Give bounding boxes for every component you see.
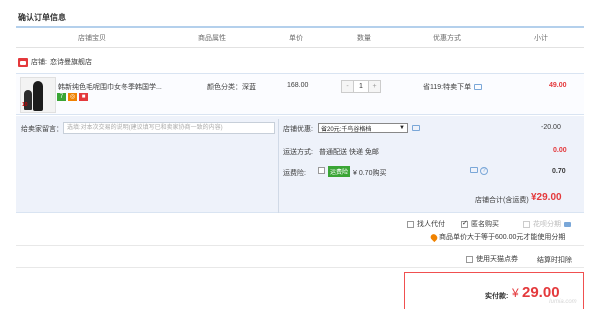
shop-discount-select[interactable]: 省20元:千鸟谷格档 ▼: [318, 123, 408, 133]
header-discount: 优惠方式: [433, 35, 461, 42]
location-pin-icon: [429, 232, 439, 242]
thumbnail-text: 10: [22, 102, 28, 108]
header-price: 单价: [289, 35, 303, 42]
title-divider: [16, 26, 584, 28]
shop-label: 店铺:: [31, 59, 47, 66]
header-divider: [16, 47, 584, 48]
seven-day-return-badge[interactable]: 7: [57, 93, 66, 101]
anonymous-checkbox[interactable]: [461, 219, 468, 228]
product-name-link[interactable]: 韩新纯色毛呢围巾女冬季韩国学...: [58, 82, 162, 92]
header-attributes: 商品属性: [198, 35, 226, 42]
huabei-tip: 商品单价大于等于600.00元才能使用分期: [429, 232, 566, 242]
card-pay-badge[interactable]: ■: [79, 93, 88, 101]
huabei-checkbox[interactable]: [523, 220, 530, 228]
header-shop-items: 店铺宝贝: [78, 35, 106, 42]
discount-info-icon[interactable]: [412, 125, 420, 131]
seller-message-input[interactable]: 选填:对本次交易的说明(建议填写已和卖家协商一致的内容): [63, 122, 275, 134]
points-divider: [16, 267, 584, 268]
guarantee-badge[interactable]: ◎: [68, 93, 77, 101]
settle-deduction-text: 结算时扣除: [537, 257, 572, 264]
currency-symbol: ¥: [512, 286, 519, 300]
huabei-tip-text: 商品单价大于等于600.00元才能使用分期: [439, 234, 566, 241]
huabei-label: 花呗分期: [533, 221, 561, 228]
item-subtotal: 49.00: [549, 82, 567, 89]
anonymous-label: 匿名购买: [471, 221, 499, 228]
promotion-text: 省119:特卖下单: [423, 84, 472, 91]
huabei-icon: [564, 221, 571, 227]
anonymous-option[interactable]: 匿名购买: [461, 219, 499, 229]
quantity-decrease-button[interactable]: -: [342, 81, 353, 92]
service-badges: 7 ◎ ■: [57, 93, 88, 101]
payment-label: 实付款:: [485, 293, 509, 300]
shop-total-label: 店铺合计(含运费): [475, 197, 529, 204]
watermark: Iumia.com: [549, 299, 577, 305]
message-label: 给卖家留言：: [21, 126, 63, 133]
shipping-cost: 0.00: [553, 147, 567, 154]
order-item-row: [16, 73, 584, 115]
shipping-method: 普通配送 快递 免邮: [319, 149, 379, 156]
tmall-points-label: 使用天猫点券: [476, 256, 518, 263]
huabei-option[interactable]: 花呗分期: [523, 219, 571, 229]
thumbnail-figure: [33, 81, 43, 111]
proxy-pay-option[interactable]: 找人代付: [407, 219, 445, 229]
tmall-points-option[interactable]: 使用天猫点券: [466, 254, 518, 264]
product-thumbnail[interactable]: 10: [20, 77, 56, 113]
shop-icon: [18, 57, 28, 67]
item-promotion: 省119:特卖下单: [423, 82, 483, 92]
shop-discount-amount: -20.00: [541, 124, 561, 131]
shop-discount-selected: 省20元:千鸟谷格档: [321, 126, 372, 133]
quantity-stepper: - 1 +: [341, 80, 381, 93]
shop-row: 店铺: 恋诗曼旗舰店: [18, 57, 92, 67]
promotion-info-icon[interactable]: [474, 84, 483, 90]
header-quantity: 数量: [357, 35, 371, 42]
page-title: 确认订单信息: [18, 13, 66, 22]
shop-name-link[interactable]: 恋诗曼旗舰店: [50, 57, 92, 67]
quantity-increase-button[interactable]: +: [369, 81, 380, 92]
insurance-price: ¥ 0.70购买: [353, 170, 387, 177]
tmall-points-checkbox[interactable]: [466, 255, 473, 263]
product-attribute: 颜色分类：深蓝: [207, 84, 256, 91]
insurance-checkbox[interactable]: [318, 167, 325, 174]
insurance-amount: 0.70: [552, 168, 566, 175]
help-icon[interactable]: ?: [480, 167, 488, 175]
unit-price: 168.00: [287, 82, 309, 89]
header-subtotal: 小计: [534, 35, 548, 42]
panel-divider: [278, 119, 279, 213]
shop-total-amount: ¥29.00: [531, 192, 562, 203]
proxy-pay-checkbox[interactable]: [407, 220, 414, 228]
options-divider: [16, 245, 584, 246]
dropdown-arrow-icon: ▼: [399, 125, 405, 131]
insurance-tag: 运费险: [328, 166, 351, 177]
quantity-input[interactable]: 1: [353, 81, 369, 92]
shop-discount-label: 店铺优惠:: [283, 126, 313, 133]
shipping-label: 运送方式:: [283, 149, 313, 156]
insurance-label: 运费险:: [283, 170, 306, 177]
insurance-icons: ?: [470, 167, 488, 175]
proxy-pay-label: 找人代付: [417, 221, 445, 228]
insurance-info-icon[interactable]: [470, 167, 478, 173]
